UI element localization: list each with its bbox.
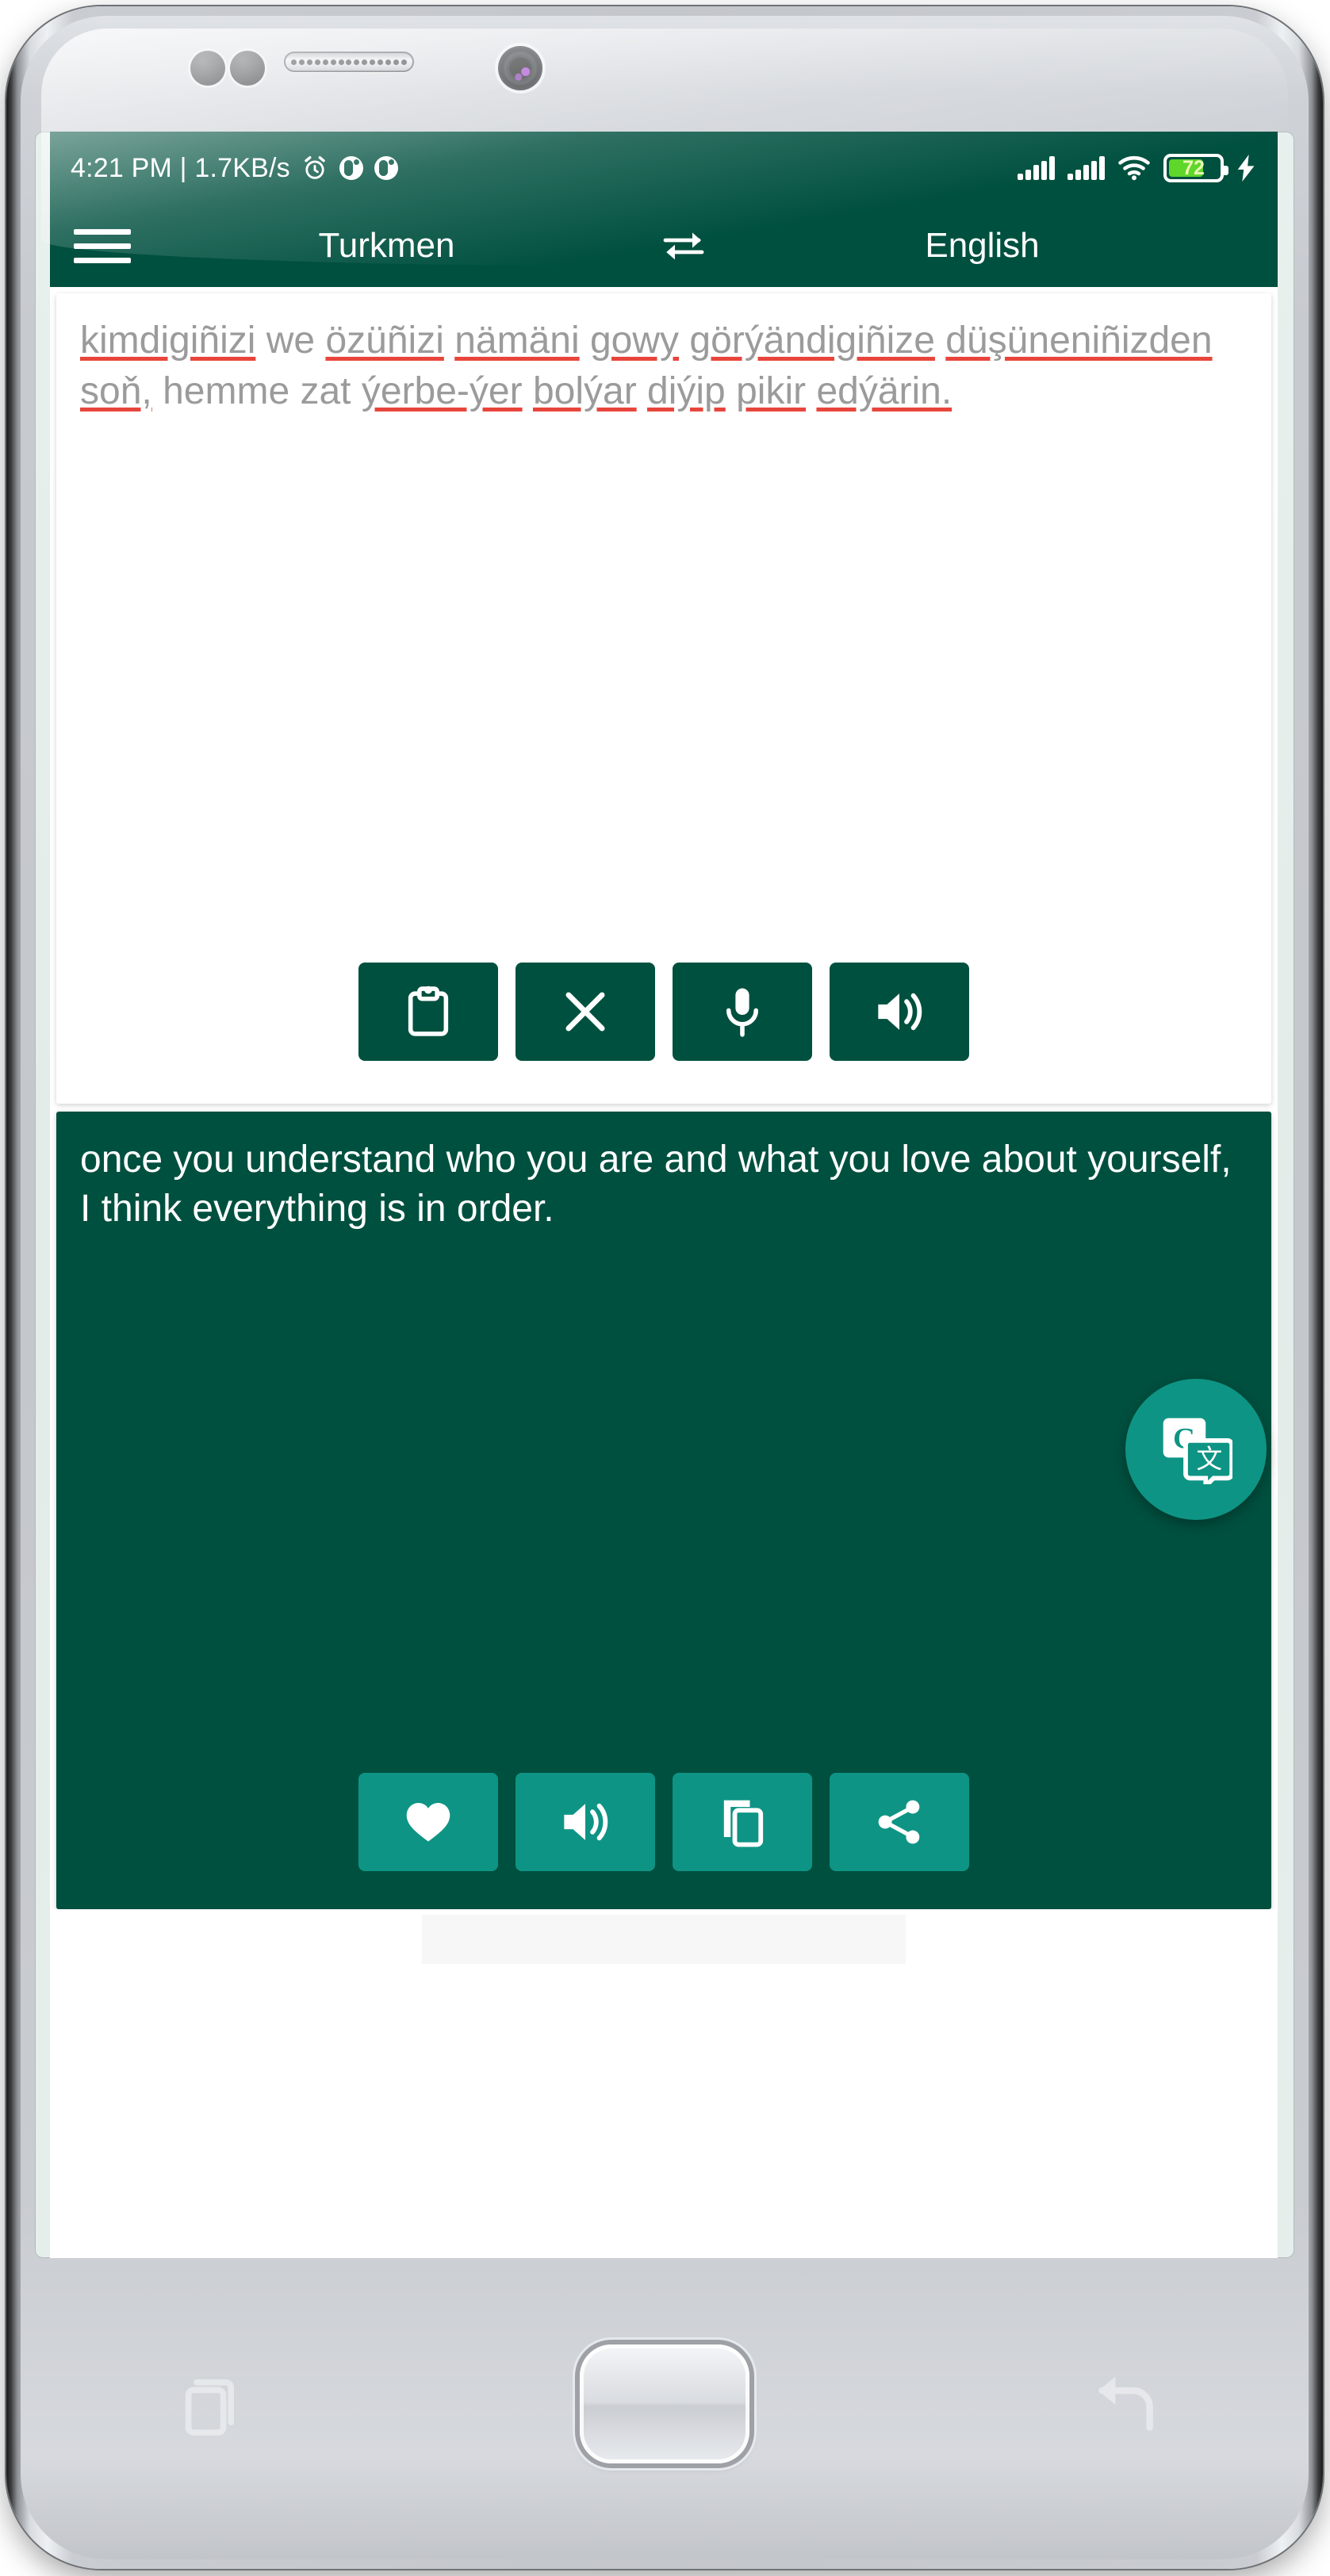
- signal-bars-icon: [1018, 156, 1055, 180]
- misspelled-word: kimdigiñizi: [80, 320, 256, 362]
- swap-languages-icon[interactable]: [658, 228, 711, 264]
- copy-button[interactable]: [673, 1773, 812, 1871]
- wifi-icon: [1118, 156, 1150, 181]
- device-navigation-bar: [35, 2285, 1294, 2523]
- light-sensor-icon: [230, 51, 265, 86]
- front-camera-icon: [498, 46, 542, 90]
- misspelled-word: soň,: [80, 369, 152, 412]
- battery-icon: 72: [1163, 154, 1228, 182]
- source-text-card: kimdigiñizi we özüñizi nämäni gowy görýä…: [56, 293, 1271, 1104]
- alarm-icon: [305, 155, 325, 179]
- status-bar: 4:21 PM | 1.7KB/s 72: [50, 132, 1278, 205]
- translation-output-text[interactable]: once you understand who you are and what…: [56, 1112, 1271, 1234]
- home-button[interactable]: [580, 2344, 749, 2463]
- misspelled-word: pikir: [736, 369, 807, 412]
- status-time-and-network-speed: 4:21 PM | 1.7KB/s: [71, 152, 290, 183]
- misspelled-word: nämäni: [454, 320, 580, 362]
- device-screen: 4:21 PM | 1.7KB/s 72 Turkmen English kim…: [50, 132, 1278, 2258]
- phone-frame: 4:21 PM | 1.7KB/s 72 Turkmen English kim…: [6, 6, 1323, 2569]
- svg-text:文: 文: [1196, 1443, 1222, 1474]
- misspelled-word: edýärin.: [816, 369, 952, 412]
- signal-bars-icon: [1067, 156, 1105, 180]
- speaker-icon: [564, 1803, 608, 1841]
- misspelled-word: düşüneniñizden: [945, 320, 1213, 362]
- misspelled-word: görýändigiñize: [689, 320, 935, 362]
- charging-bolt-icon: [1237, 155, 1255, 182]
- favorite-button[interactable]: [358, 1773, 498, 1871]
- paste-button[interactable]: [358, 963, 498, 1061]
- google-translate-icon: G 文: [1163, 1418, 1232, 1484]
- back-arrow-icon[interactable]: [1085, 2366, 1161, 2442]
- target-language-selector[interactable]: English: [711, 226, 1254, 266]
- translate-fab-button[interactable]: G 文: [1125, 1379, 1267, 1520]
- screenshot-root: 4:21 PM | 1.7KB/s 72 Turkmen English kim…: [0, 0, 1330, 2576]
- app-bar: Turkmen English: [50, 205, 1278, 287]
- clipboard-paste-icon: [408, 986, 449, 1036]
- voice-input-button[interactable]: [673, 963, 812, 1061]
- data-saver-icon: [374, 156, 398, 180]
- clear-button[interactable]: [516, 963, 655, 1061]
- misspelled-word: diýip: [647, 369, 726, 412]
- copy-icon: [723, 1800, 764, 1847]
- do-not-disturb-icon: [339, 156, 363, 180]
- translation-output-card: once you understand who you are and what…: [56, 1112, 1271, 1909]
- speak-source-button[interactable]: [830, 963, 969, 1061]
- heart-icon: [406, 1803, 450, 1842]
- misspelled-word: gowy: [589, 320, 680, 362]
- misspelled-word: özüñizi: [325, 320, 444, 362]
- bottom-banner-area: [50, 1909, 1278, 1969]
- share-icon: [878, 1800, 920, 1844]
- earpiece-speaker-icon: [284, 52, 414, 72]
- phone-body: 4:21 PM | 1.7KB/s 72 Turkmen English kim…: [21, 16, 1309, 2559]
- status-bar-right: 72: [1018, 154, 1257, 182]
- recents-overview-icon[interactable]: [168, 2366, 244, 2442]
- source-language-selector[interactable]: Turkmen: [115, 226, 658, 266]
- source-text-input[interactable]: kimdigiñizi we özüñizi nämäni gowy görýä…: [56, 293, 1271, 417]
- status-bar-left: 4:21 PM | 1.7KB/s: [71, 153, 398, 184]
- source-word: hemme: [163, 369, 290, 412]
- misspelled-word: ýerbe-ýer: [361, 369, 523, 412]
- source-word: we: [266, 320, 316, 362]
- misspelled-word: bolýar: [532, 369, 637, 412]
- translation-action-bar: [56, 1773, 1271, 1909]
- speak-target-button[interactable]: [516, 1773, 655, 1871]
- proximity-sensor-icon: [190, 51, 225, 86]
- banner-placeholder: [422, 1915, 906, 1964]
- source-action-bar: [56, 963, 1271, 1104]
- screen-bezel: 4:21 PM | 1.7KB/s 72 Turkmen English kim…: [35, 132, 1294, 2258]
- battery-percent-label: 72: [1182, 156, 1205, 179]
- microphone-icon: [726, 988, 759, 1037]
- share-button[interactable]: [830, 1773, 969, 1871]
- close-x-icon: [565, 992, 605, 1032]
- speaker-icon: [878, 993, 922, 1031]
- source-word: zat: [300, 369, 351, 412]
